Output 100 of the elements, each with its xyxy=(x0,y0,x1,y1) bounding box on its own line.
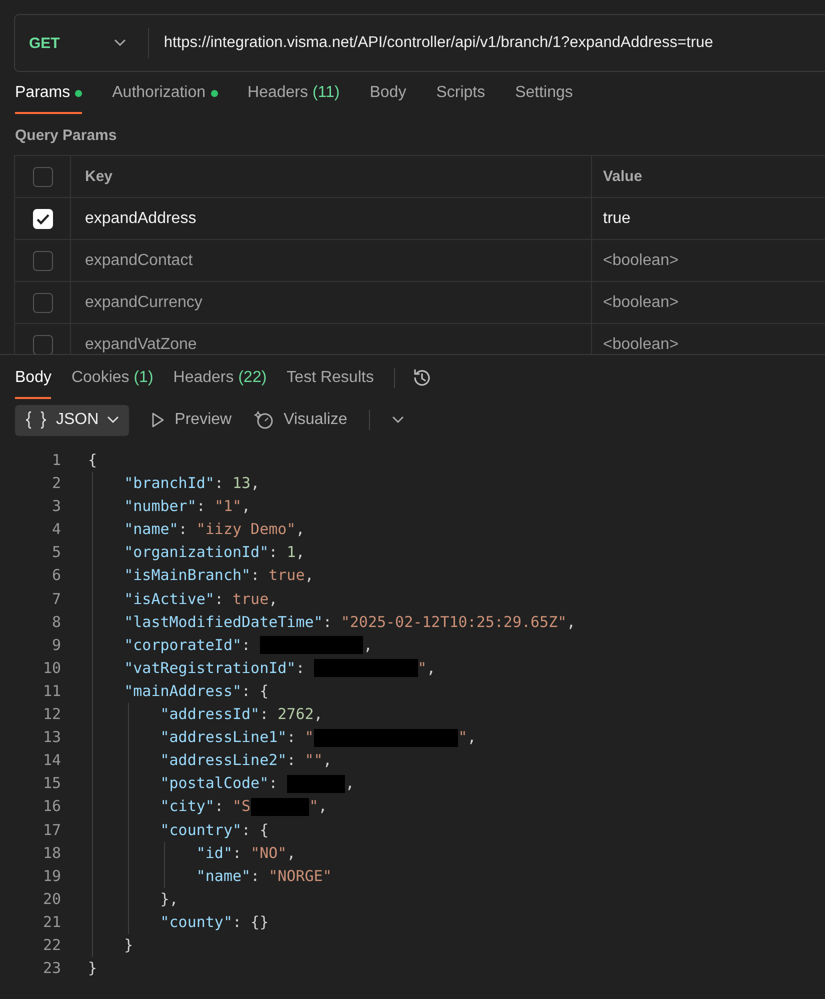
code-token: , xyxy=(304,565,314,586)
code-token: , xyxy=(286,842,296,864)
code-token: , xyxy=(363,634,372,656)
code-token: , xyxy=(296,542,305,564)
request-tab[interactable]: Headers (11) xyxy=(248,84,340,114)
code-token: , xyxy=(345,773,354,794)
column-header: Key xyxy=(71,156,592,197)
code-token: "country" xyxy=(159,820,242,840)
code-token: : xyxy=(178,519,188,540)
line-number: 1 xyxy=(50,450,61,471)
request-tab[interactable]: Settings xyxy=(515,84,573,114)
code-token: "mainAddress" xyxy=(123,680,242,702)
request-tab[interactable]: Authorization xyxy=(112,84,218,114)
code-token: "name" xyxy=(195,866,251,887)
line-number: 6 xyxy=(50,565,61,586)
url-field[interactable]: https://integration.visma.net/API/controller/api/v1/branch/1?expandAddress=true xyxy=(148,28,825,58)
code-token: "" xyxy=(304,750,323,772)
code-token: " xyxy=(309,796,318,818)
response-tab[interactable]: Test Results xyxy=(286,357,374,399)
code-token: "addressLine1" xyxy=(159,727,287,748)
format-dropdown[interactable]: JSON xyxy=(15,404,129,436)
code-token: "vatRegistrationId" xyxy=(123,658,296,679)
line-number: 18 xyxy=(42,842,61,864)
code-token: "2025-02-12T10:25:29.65Z" xyxy=(340,612,567,633)
code-token: , xyxy=(566,612,576,633)
code-token: }, xyxy=(159,888,178,910)
code-token: "addressId" xyxy=(159,704,260,726)
code-token: : xyxy=(250,866,261,887)
code-token: "NO" xyxy=(250,842,287,864)
checkbox[interactable] xyxy=(32,166,52,186)
line-number: 9 xyxy=(50,634,61,656)
chevron-down-icon[interactable] xyxy=(392,416,404,424)
section-title: Query Params xyxy=(14,126,118,146)
code-token: , xyxy=(242,496,251,518)
code-token: "name" xyxy=(123,519,178,540)
param-value[interactable]: <boolean> xyxy=(592,336,679,354)
code-token: "id" xyxy=(195,842,232,864)
line-number: 8 xyxy=(50,612,61,633)
code-token: "1" xyxy=(214,496,242,518)
method-dropdown[interactable]: GET xyxy=(15,28,149,58)
param-key[interactable]: expandCurrency xyxy=(71,282,592,323)
code-token: , xyxy=(467,727,476,748)
code-token: : xyxy=(260,704,270,726)
line-number: 14 xyxy=(42,750,61,772)
param-value[interactable]: <boolean> xyxy=(592,252,679,270)
line-number: 7 xyxy=(50,588,61,610)
request-tab[interactable]: Body xyxy=(370,84,406,114)
code-token: "lastModifiedDateTime" xyxy=(123,612,323,633)
code-token: " xyxy=(418,658,427,679)
play-icon xyxy=(150,412,165,428)
line-number: 12 xyxy=(42,704,61,726)
line-number: 17 xyxy=(42,820,61,840)
response-tab[interactable]: Headers (22) xyxy=(173,357,267,399)
chevron-down-icon xyxy=(106,416,119,424)
param-key[interactable]: expandVatZone xyxy=(71,324,592,354)
code-token: 2762 xyxy=(278,704,314,726)
code-token: "city" xyxy=(159,796,214,818)
code-token: , xyxy=(314,704,323,726)
code-token: } xyxy=(123,934,134,956)
param-value[interactable]: true xyxy=(592,210,631,228)
code-token: "postalCode" xyxy=(159,773,269,794)
code-token: : xyxy=(286,750,297,772)
code-token: , xyxy=(250,473,260,494)
code-token: : xyxy=(242,634,252,656)
code-token: , xyxy=(318,796,328,818)
line-number: 4 xyxy=(50,519,61,540)
request-tab[interactable]: Scripts xyxy=(436,84,486,114)
param-value[interactable]: <boolean> xyxy=(592,294,679,312)
code-token: , xyxy=(296,519,305,540)
code-token: true xyxy=(232,588,269,610)
code-token: : xyxy=(232,842,243,864)
code-token: : xyxy=(196,496,206,518)
preview-button[interactable]: Preview xyxy=(150,411,232,429)
sparkle-gauge-icon xyxy=(254,410,274,430)
code-token: : { xyxy=(242,680,269,702)
line-number: 2 xyxy=(50,473,61,494)
code-token: : {} xyxy=(232,912,269,933)
code-token: "number" xyxy=(123,496,196,518)
column-header: Value xyxy=(602,168,642,185)
checkbox[interactable] xyxy=(32,250,52,270)
braces-icon xyxy=(24,411,48,429)
chevron-down-icon xyxy=(114,39,126,47)
line-number: 11 xyxy=(42,680,61,702)
line-number: 5 xyxy=(50,542,61,564)
checkbox[interactable] xyxy=(32,292,52,312)
line-number: 10 xyxy=(42,658,61,679)
line-number: 3 xyxy=(50,496,61,518)
param-key[interactable]: expandContact xyxy=(71,240,592,281)
visualize-button[interactable]: Visualize xyxy=(254,410,348,430)
code-token: } xyxy=(88,958,98,980)
response-tab[interactable]: Body xyxy=(15,357,52,399)
code-token: "county" xyxy=(159,912,232,933)
code-token: , xyxy=(322,750,332,772)
request-tab[interactable]: Params xyxy=(15,84,82,114)
response-tab[interactable]: Cookies (1) xyxy=(71,357,154,399)
code-token: : xyxy=(214,796,224,818)
param-key[interactable]: expandAddress xyxy=(71,198,592,239)
checkbox[interactable] xyxy=(32,334,52,354)
code-token: 13 xyxy=(232,473,251,494)
line-number: 22 xyxy=(42,934,61,956)
